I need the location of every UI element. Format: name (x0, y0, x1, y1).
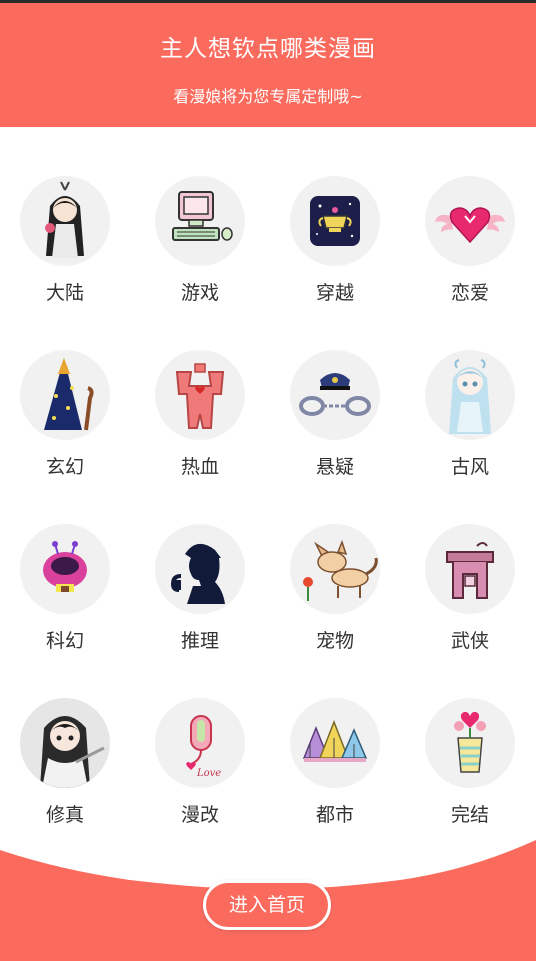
winged-heart-icon (425, 176, 515, 266)
category-wanjie[interactable]: 完结 (420, 692, 520, 826)
category-tuili[interactable]: 推理 (150, 518, 250, 652)
category-xiuzhen[interactable]: 修真 (15, 692, 115, 826)
category-label: 热血 (180, 456, 219, 478)
category-label: 宠物 (315, 630, 354, 652)
computer-icon (155, 176, 245, 266)
tents-icon (290, 698, 380, 788)
mouse-love-icon: Love (155, 698, 245, 788)
swordsman-icon (20, 698, 110, 788)
category-label: 恋爱 (450, 282, 489, 304)
ufo-house-icon (20, 524, 110, 614)
category-kehuan[interactable]: 科幻 (15, 518, 115, 652)
category-label: 漫改 (180, 804, 219, 826)
category-chuanyue[interactable]: 穿越 (285, 170, 385, 304)
category-label: 悬疑 (315, 456, 354, 478)
svg-text:Love: Love (196, 768, 221, 779)
enter-home-button[interactable]: 进入首页 (203, 880, 331, 930)
category-mangai[interactable]: Love 漫改 (150, 692, 250, 826)
category-label: 玄幻 (45, 456, 84, 478)
category-wuxia[interactable]: 武侠 (420, 518, 520, 652)
wizard-hat-icon (20, 350, 110, 440)
category-label: 古风 (450, 456, 489, 478)
category-label: 游戏 (180, 282, 219, 304)
category-label: 推理 (180, 630, 219, 652)
category-dalu[interactable]: 大陆 (15, 170, 115, 304)
category-label: 科幻 (45, 630, 84, 652)
trophy-icon (290, 176, 380, 266)
page-subtitle: 看漫娘将为您专属定制哦~ (173, 87, 363, 106)
flower-pot-icon (425, 698, 515, 788)
girl-character-icon (20, 176, 110, 266)
category-youxi[interactable]: 游戏 (150, 170, 250, 304)
category-label: 完结 (450, 804, 489, 826)
ancient-girl-icon (425, 350, 515, 440)
category-lianai[interactable]: 恋爱 (420, 170, 520, 304)
category-gufeng[interactable]: 古风 (420, 344, 520, 478)
category-xuanhuan[interactable]: 玄幻 (15, 344, 115, 478)
header: 主人想钦点哪类漫画 看漫娘将为您专属定制哦~ (0, 3, 536, 127)
category-label: 都市 (315, 804, 354, 826)
category-rexue[interactable]: 热血 (150, 344, 250, 478)
category-chongwu[interactable]: 宠物 (285, 518, 385, 652)
page-title: 主人想钦点哪类漫画 (160, 36, 376, 62)
category-label: 大陆 (45, 282, 84, 304)
fox-flower-icon (290, 524, 380, 614)
category-xuanyi[interactable]: 悬疑 (285, 344, 385, 478)
muscle-shirt-icon (155, 350, 245, 440)
torii-gate-icon (425, 524, 515, 614)
category-dushi[interactable]: 都市 (285, 692, 385, 826)
category-label: 武侠 (450, 630, 489, 652)
category-label: 修真 (45, 804, 84, 826)
detective-silhouette-icon (155, 524, 245, 614)
category-label: 穿越 (315, 282, 354, 304)
police-cap-handcuffs-icon (290, 350, 380, 440)
